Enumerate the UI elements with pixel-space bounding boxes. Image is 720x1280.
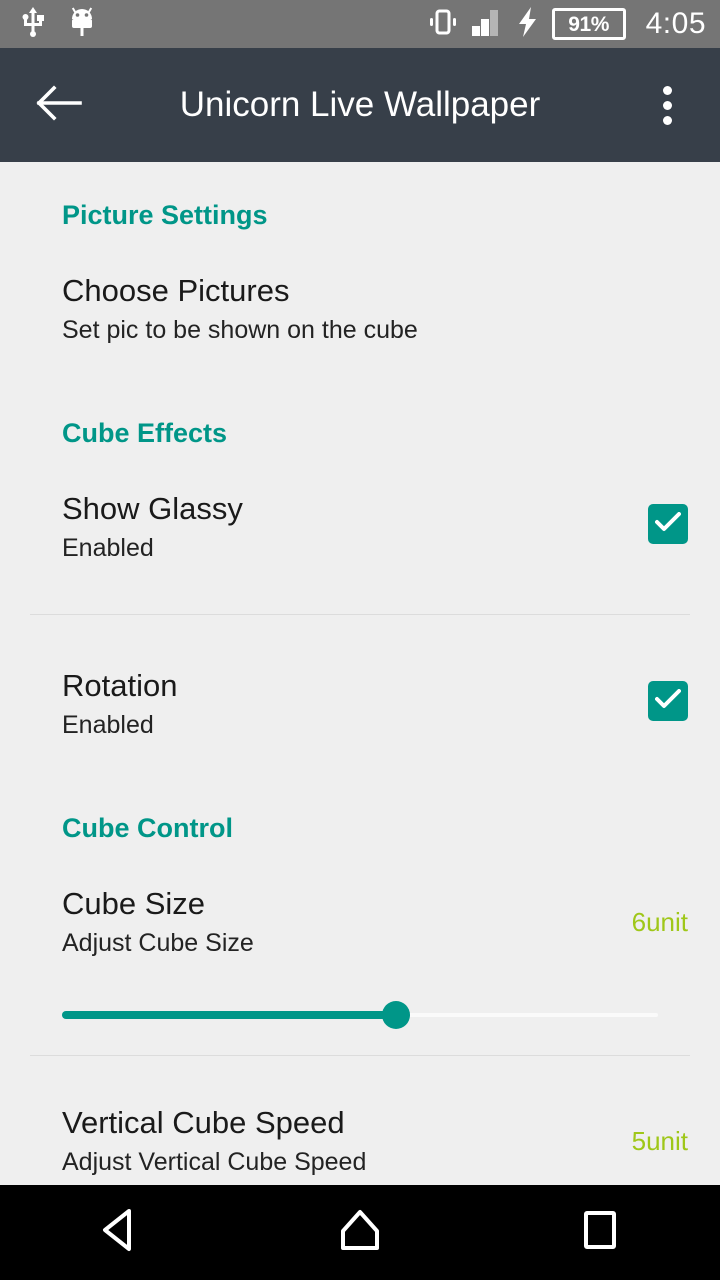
- status-bar-right-icons: 91% 4:05: [428, 6, 706, 42]
- check-icon: [655, 688, 681, 714]
- value-label-vertical-cube-speed: 5unit: [631, 1126, 688, 1156]
- section-header-picture-settings: Picture Settings: [62, 200, 268, 230]
- pref-rotation-text: Rotation Enabled: [62, 667, 648, 741]
- back-icon: [99, 1207, 141, 1258]
- recents-icon: [580, 1208, 620, 1257]
- value-label-cube-size: 6unit: [631, 907, 688, 937]
- pref-show-glassy[interactable]: Show Glassy Enabled: [0, 490, 720, 564]
- home-icon: [337, 1207, 383, 1258]
- pref-title: Rotation: [62, 668, 178, 703]
- pref-rotation[interactable]: Rotation Enabled: [0, 667, 720, 741]
- checkbox-rotation[interactable]: [648, 681, 688, 721]
- phone-screen: 91% 4:05 Unicorn Live Wallpaper Picture …: [0, 0, 720, 1280]
- nav-back-button[interactable]: [60, 1185, 180, 1280]
- pref-show-glassy-text: Show Glassy Enabled: [62, 490, 648, 564]
- pref-title: Choose Pictures: [62, 273, 290, 308]
- pref-choose-pictures[interactable]: Choose Pictures Set pic to be shown on t…: [0, 272, 720, 346]
- page-title: Unicorn Live Wallpaper: [179, 85, 541, 124]
- checkbox-show-glassy[interactable]: [648, 504, 688, 544]
- slider-thumb[interactable]: [381, 1001, 410, 1029]
- pref-cube-size[interactable]: Cube Size Adjust Cube Size 6unit: [0, 885, 720, 959]
- more-vertical-icon-dot2: [662, 100, 672, 110]
- vibrate-icon: [428, 7, 458, 42]
- pref-summary: Set pic to be shown on the cube: [62, 316, 418, 344]
- pref-summary: Enabled: [62, 711, 154, 739]
- status-clock: 4:05: [645, 7, 706, 40]
- overflow-menu-button[interactable]: [640, 68, 694, 142]
- battery-body: 91%: [551, 8, 626, 40]
- charging-bolt-icon: [518, 6, 538, 42]
- usb-icon: [20, 6, 46, 42]
- check-icon: [655, 511, 681, 537]
- app-bar: Unicorn Live Wallpaper: [0, 48, 720, 162]
- nav-home-button[interactable]: [300, 1185, 420, 1280]
- pref-vertical-cube-speed-text: Vertical Cube Speed Adjust Vertical Cube…: [62, 1104, 614, 1178]
- pref-title: Show Glassy: [62, 491, 243, 526]
- arrow-left-icon: [36, 84, 82, 126]
- section-header-cube-control: Cube Control: [62, 813, 233, 843]
- section-header-cube-effects: Cube Effects: [62, 418, 228, 448]
- more-vertical-icon: [662, 85, 672, 95]
- pref-title: Vertical Cube Speed: [62, 1105, 345, 1140]
- pref-choose-pictures-text: Choose Pictures Set pic to be shown on t…: [62, 272, 688, 346]
- android-debug-icon: [68, 6, 96, 42]
- pref-title: Cube Size: [62, 886, 206, 921]
- back-button[interactable]: [22, 68, 96, 142]
- pref-summary: Adjust Vertical Cube Speed: [62, 1148, 367, 1176]
- slider-fill: [62, 1011, 396, 1019]
- pref-summary: Adjust Cube Size: [62, 929, 254, 957]
- battery-indicator: 91%: [551, 8, 626, 40]
- more-vertical-icon-dot3: [662, 115, 672, 125]
- signal-icon: [471, 8, 504, 41]
- pref-cube-size-text: Cube Size Adjust Cube Size: [62, 885, 614, 959]
- android-navigation-bar: [0, 1185, 720, 1280]
- pref-vertical-cube-speed[interactable]: Vertical Cube Speed Adjust Vertical Cube…: [0, 1104, 720, 1178]
- status-bar: 91% 4:05: [0, 0, 720, 48]
- settings-list[interactable]: Picture Settings Choose Pictures Set pic…: [0, 162, 720, 1185]
- nav-recents-button[interactable]: [540, 1185, 660, 1280]
- status-bar-left-icons: [20, 6, 96, 42]
- slider-cube-size[interactable]: [0, 987, 720, 1043]
- pref-summary: Enabled: [62, 534, 154, 562]
- battery-percent-label: 91%: [568, 12, 610, 36]
